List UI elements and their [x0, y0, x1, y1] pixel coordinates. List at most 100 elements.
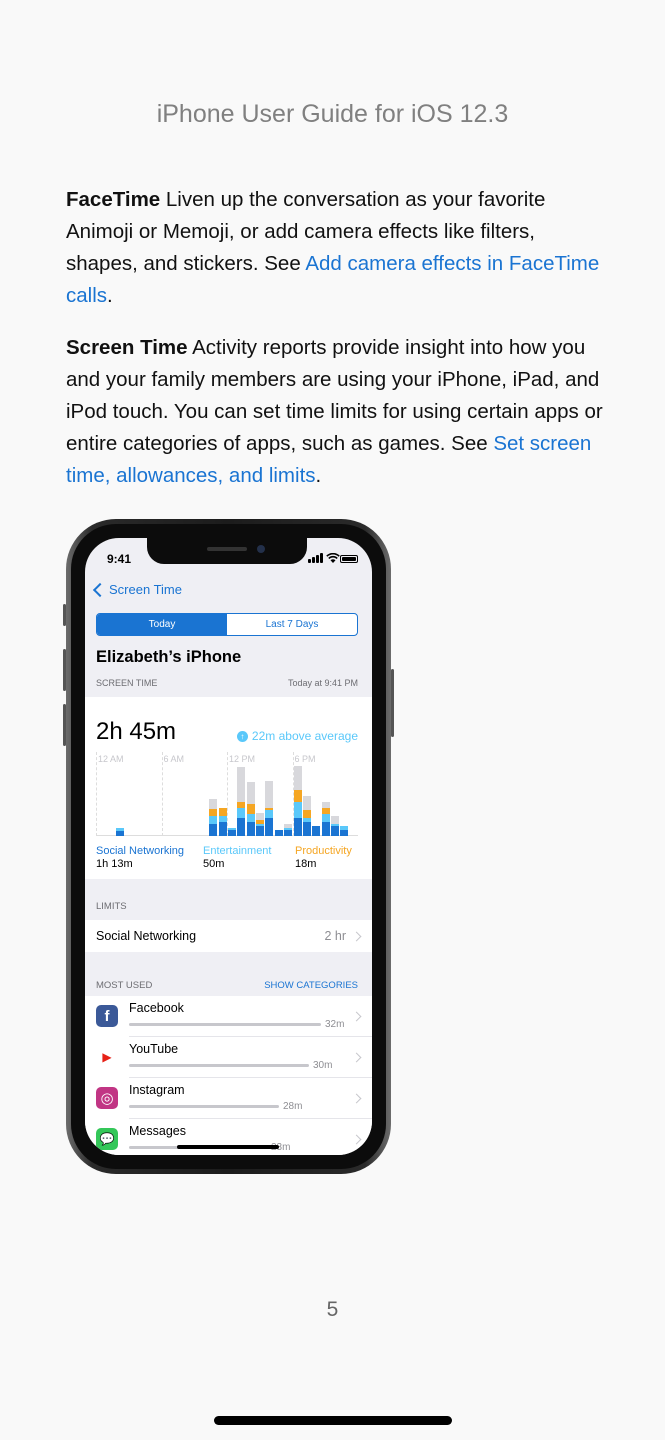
chart-bar — [340, 826, 349, 836]
chevron-right-icon — [351, 931, 362, 942]
chart-bar-segment — [228, 830, 236, 836]
app-name: Instagram — [129, 1083, 185, 1097]
app-usage-time: 30m — [313, 1060, 333, 1071]
legend-value: 18m — [295, 858, 317, 870]
chart-bar — [218, 808, 227, 836]
device-name: Elizabeth’s iPhone — [96, 648, 242, 666]
chart-bar — [237, 767, 246, 836]
chart-bar-segment — [209, 816, 218, 824]
app-row[interactable]: 💬 Messages 23m — [85, 1119, 372, 1155]
chart-gridline — [161, 752, 163, 836]
usage-bar — [129, 1064, 309, 1067]
chart-tick-label: 12 AM — [98, 754, 124, 764]
chart-tick-label: 6 PM — [294, 754, 316, 764]
arrow-up-icon: ↑ — [236, 730, 248, 742]
chart-bar-segment — [265, 818, 274, 836]
facetime-end: . — [107, 284, 113, 307]
total-usage: 2h 45m — [96, 718, 177, 745]
app-row[interactable]: ◎ Instagram 28m — [85, 1078, 372, 1119]
app-usage-time: 32m — [325, 1019, 345, 1030]
chart-bar-segment — [256, 813, 265, 820]
chevron-right-icon — [351, 1093, 362, 1104]
chart-bar-segment — [246, 822, 255, 836]
chart-bar-segment — [330, 826, 339, 836]
show-categories-button[interactable]: SHOW CATEGORIES — [264, 980, 358, 991]
app-name: YouTube — [129, 1042, 179, 1056]
limit-row-social-networking[interactable]: Social Networking 2 hr — [85, 920, 372, 952]
screentime-lead: Screen Time — [66, 336, 188, 359]
cellular-signal-icon — [308, 559, 311, 563]
chevron-left-icon — [92, 582, 108, 597]
average-note-text: 22m above average — [251, 729, 358, 743]
chart-bar-segment — [246, 782, 255, 804]
back-label: Screen Time — [109, 582, 182, 597]
chart-bar-segment — [265, 810, 274, 818]
average-note: ↑ 22m above average — [236, 729, 358, 743]
period-segmented-control: Today Last 7 Days — [96, 613, 358, 636]
chart-tick-label: 6 AM — [163, 754, 185, 764]
chart-bar — [293, 766, 302, 836]
phone-bezel: 9:41 Screen Time Today Last 7 Days Eliza… — [71, 524, 386, 1169]
segment-today[interactable]: Today — [97, 614, 227, 635]
chart-bar-segment — [302, 810, 311, 818]
chart-bar-segment — [237, 767, 246, 802]
segment-last-7-days[interactable]: Last 7 Days — [227, 614, 357, 635]
most-used-section-label: MOST USED — [96, 980, 153, 991]
chart-gridline — [96, 752, 97, 836]
limits-section-label: LIMITS — [96, 901, 127, 912]
chart-bar-segment — [293, 818, 302, 836]
chart-bar-segment — [209, 824, 218, 836]
chart-bar-segment — [274, 830, 283, 836]
chevron-right-icon — [351, 1134, 362, 1145]
chart-bar-segment — [256, 826, 265, 836]
app-row[interactable]: f Facebook 32m — [85, 996, 372, 1037]
screen-time-header: SCREEN TIME Today at 9:41 PM — [96, 678, 358, 688]
app-name: Messages — [129, 1124, 186, 1138]
facebook-icon: f — [96, 1005, 118, 1027]
chart-bar-segment — [293, 766, 302, 790]
chart-bar — [246, 782, 255, 836]
limit-label: Social Networking — [96, 929, 197, 943]
back-button[interactable]: Screen Time — [91, 582, 182, 597]
chart-bar-segment — [218, 808, 227, 816]
chart-bar-segment — [265, 781, 274, 808]
facetime-paragraph: FaceTime Liven up the conversation as yo… — [66, 184, 606, 312]
messages-icon: 💬 — [96, 1128, 118, 1150]
updated-timestamp: Today at 9:41 PM — [287, 678, 358, 688]
chart-bar-segment — [302, 796, 311, 810]
legend-name: Social Networking — [96, 845, 185, 857]
chart-bar-segment — [321, 814, 330, 822]
chart-bar-segment — [246, 804, 255, 814]
hourly-usage-chart: 12 AM 6 AM 12 PM 6 PM — [96, 752, 358, 836]
facetime-lead: FaceTime — [66, 188, 161, 211]
page-number: 5 — [326, 1298, 339, 1321]
status-icons — [308, 553, 358, 565]
app-name: Facebook — [129, 1001, 184, 1015]
iphone-illustration: 9:41 Screen Time Today Last 7 Days Eliza… — [63, 519, 394, 1174]
chart-bar-segment — [209, 799, 218, 809]
chart-bar-segment — [209, 809, 218, 816]
mute-switch — [63, 604, 66, 626]
screentime-end: . — [315, 464, 322, 487]
chart-bar — [321, 802, 330, 836]
legend-item: Social Networking 1h 13m — [96, 845, 184, 870]
wifi-icon — [326, 553, 340, 563]
chart-bar — [209, 799, 218, 836]
chart-bar — [115, 828, 124, 836]
chart-bar-segment — [218, 822, 227, 836]
volume-down-button — [63, 704, 66, 746]
chart-bar — [228, 828, 236, 836]
chart-bar — [265, 781, 274, 836]
instagram-icon: ◎ — [96, 1087, 118, 1109]
chart-bar-segment — [293, 790, 302, 802]
chart-tick-label: 12 PM — [229, 754, 256, 764]
chart-bar-segment — [246, 814, 255, 822]
legend-item: Entertainment 50m — [203, 845, 271, 870]
chart-bar-segment — [115, 831, 124, 836]
screen-time-section-label: SCREEN TIME — [96, 678, 158, 688]
chevron-right-icon — [351, 1052, 362, 1063]
app-row[interactable]: ▶ YouTube 30m — [85, 1037, 372, 1078]
chart-bar-segment — [330, 816, 339, 824]
usage-bar — [129, 1105, 279, 1108]
chart-bar-segment — [237, 808, 246, 818]
